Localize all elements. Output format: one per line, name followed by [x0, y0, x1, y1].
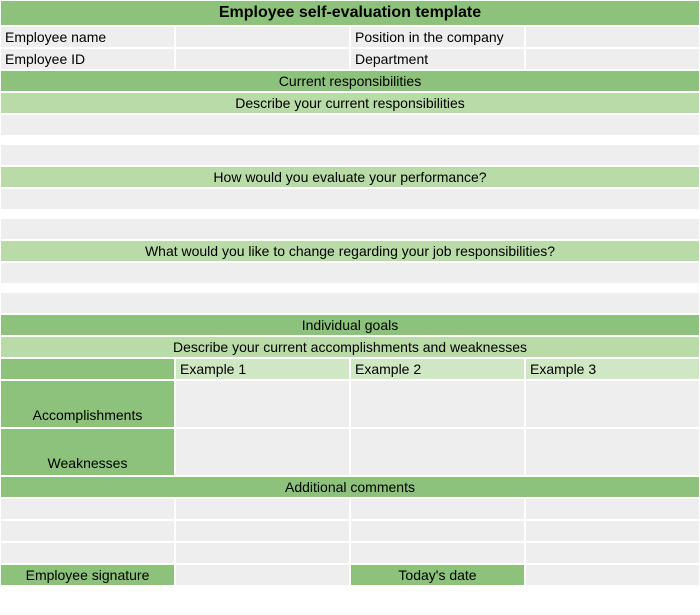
employee-name-value[interactable] — [175, 26, 350, 48]
accomplishments-label: Accomplishments — [0, 380, 175, 428]
weaknesses-example-2[interactable] — [350, 428, 525, 476]
comments-r1c1[interactable] — [0, 498, 175, 520]
employee-id-value[interactable] — [175, 48, 350, 70]
comments-r1c4[interactable] — [525, 498, 700, 520]
answer-describe-responsibilities[interactable] — [0, 114, 700, 136]
comments-r1c2[interactable] — [175, 498, 350, 520]
example-2-header: Example 2 — [350, 358, 525, 380]
answer-describe-responsibilities-2[interactable] — [0, 144, 700, 166]
answer-change-responsibilities[interactable] — [0, 262, 700, 284]
comments-r3c4[interactable] — [525, 542, 700, 564]
comments-r1c3[interactable] — [350, 498, 525, 520]
comments-r3c3[interactable] — [350, 542, 525, 564]
weaknesses-example-1[interactable] — [175, 428, 350, 476]
todays-date-label: Today's date — [350, 564, 525, 586]
self-evaluation-template: Employee self-evaluation template Employ… — [0, 0, 700, 586]
employee-signature-value[interactable] — [175, 564, 350, 586]
comments-r3c2[interactable] — [175, 542, 350, 564]
question-describe-responsibilities: Describe your current responsibilities — [0, 92, 700, 114]
spacer — [0, 210, 700, 218]
comments-r2c1[interactable] — [0, 520, 175, 542]
accomplishments-example-1[interactable] — [175, 380, 350, 428]
comments-r2c2[interactable] — [175, 520, 350, 542]
section-current-responsibilities: Current responsibilities — [0, 70, 700, 92]
answer-evaluate-performance[interactable] — [0, 188, 700, 210]
todays-date-value[interactable] — [525, 564, 700, 586]
weaknesses-label: Weaknesses — [0, 428, 175, 476]
department-value[interactable] — [525, 48, 700, 70]
comments-r3c1[interactable] — [0, 542, 175, 564]
employee-name-label: Employee name — [0, 26, 175, 48]
accomplishments-example-2[interactable] — [350, 380, 525, 428]
spacer — [0, 284, 700, 292]
position-label: Position in the company — [350, 26, 525, 48]
answer-evaluate-performance-2[interactable] — [0, 218, 700, 240]
answer-change-responsibilities-2[interactable] — [0, 292, 700, 314]
section-additional-comments: Additional comments — [0, 476, 700, 498]
example-1-header: Example 1 — [175, 358, 350, 380]
question-change-responsibilities: What would you like to change regarding … — [0, 240, 700, 262]
weaknesses-example-3[interactable] — [525, 428, 700, 476]
accomplishments-example-3[interactable] — [525, 380, 700, 428]
position-value[interactable] — [525, 26, 700, 48]
form-title: Employee self-evaluation template — [0, 0, 700, 26]
employee-signature-label: Employee signature — [0, 564, 175, 586]
comments-r2c4[interactable] — [525, 520, 700, 542]
question-evaluate-performance: How would you evaluate your performance? — [0, 166, 700, 188]
subheader-accomplishments-weaknesses: Describe your current accomplishments an… — [0, 336, 700, 358]
comments-r2c3[interactable] — [350, 520, 525, 542]
department-label: Department — [350, 48, 525, 70]
example-3-header: Example 3 — [525, 358, 700, 380]
section-individual-goals: Individual goals — [0, 314, 700, 336]
examples-corner — [0, 358, 175, 380]
spacer — [0, 136, 700, 144]
employee-id-label: Employee ID — [0, 48, 175, 70]
